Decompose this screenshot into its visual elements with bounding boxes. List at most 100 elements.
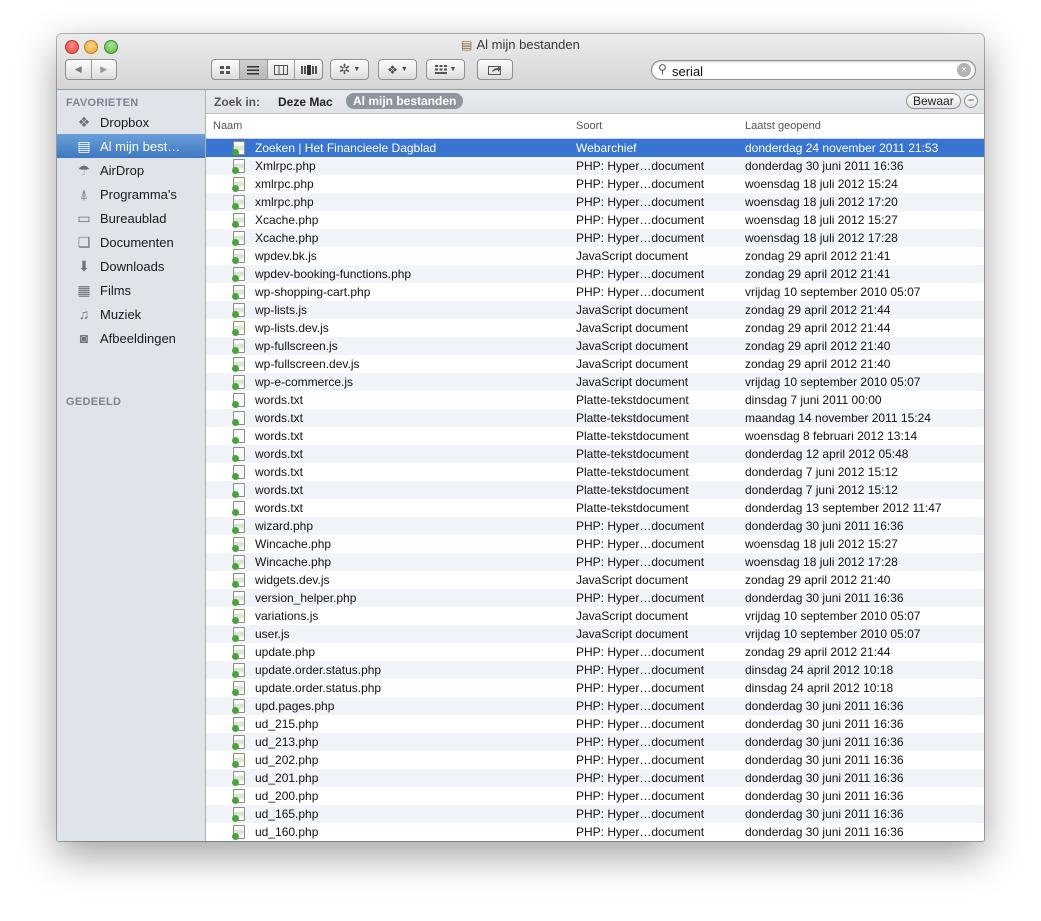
file-row[interactable]: wp-lists.dev.js JavaScript document zondag…: [206, 319, 984, 337]
file-row[interactable]: words.txt Platte-tekstdocument donderdag 7…: [206, 481, 984, 499]
file-row[interactable]: wp-fullscreen.dev.js JavaScript document z…: [206, 355, 984, 373]
file-type-icon: [232, 501, 245, 516]
file-row[interactable]: Wincache.php PHP: Hyper…document woensdag …: [206, 535, 984, 553]
sidebar-item-music[interactable]: ♫ Muziek: [57, 302, 205, 326]
arrange-icon: [434, 65, 447, 74]
arrange-menu-button[interactable]: ▼: [426, 59, 465, 80]
dropbox-icon: ❖: [387, 62, 398, 77]
file-row[interactable]: wp-shopping-cart.php PHP: Hyper…document v…: [206, 283, 984, 301]
file-row[interactable]: update.order.status.php PHP: Hyper…docume…: [206, 679, 984, 697]
sidebar-item-documents[interactable]: ❏ Documenten: [57, 230, 205, 254]
file-name: ud_160.php: [255, 825, 319, 839]
file-row[interactable]: Xcache.php PHP: Hyper…document woensdag 18…: [206, 211, 984, 229]
file-row[interactable]: ud_213.php PHP: Hyper…document donderdag 3…: [206, 733, 984, 751]
file-row[interactable]: Wincache.php PHP: Hyper…document woensdag …: [206, 553, 984, 571]
save-search-button[interactable]: Bewaar: [906, 93, 961, 109]
file-kind: PHP: Hyper…document: [576, 267, 705, 281]
sidebar-item-airdrop[interactable]: ☂ AirDrop: [57, 158, 205, 182]
file-row[interactable]: update.order.status.php PHP: Hyper…docume…: [206, 661, 984, 679]
sidebar-item-downloads[interactable]: ⬇ Downloads: [57, 254, 205, 278]
file-last-opened: zondag 29 april 2012 21:41: [745, 267, 891, 281]
file-row[interactable]: words.txt Platte-tekstdocument donderdag 7…: [206, 463, 984, 481]
sidebar-item-applications[interactable]: ⍋ Programma's: [57, 182, 205, 206]
file-type-icon: [232, 321, 245, 336]
share-icon: [488, 66, 501, 75]
search-scope-bar: Zoek in: Deze Mac Al mijn bestanden Bewa…: [206, 90, 984, 114]
file-kind: Webarchief: [576, 141, 637, 155]
file-last-opened: donderdag 30 juni 2011 16:36: [745, 735, 904, 749]
file-type-icon: [232, 159, 245, 174]
sidebar-item-label: Programma's: [100, 186, 177, 202]
column-header-name[interactable]: Naam: [213, 120, 242, 132]
file-row[interactable]: wp-e-commerce.js JavaScript document vrijd…: [206, 373, 984, 391]
file-row[interactable]: Xcache.php PHP: Hyper…document woensdag 18…: [206, 229, 984, 247]
file-row[interactable]: version_helper.php PHP: Hyper…document don…: [206, 589, 984, 607]
search-field[interactable]: ⚲ ×: [651, 60, 976, 80]
file-row[interactable]: widgets.dev.js JavaScript document zondag …: [206, 571, 984, 589]
file-row[interactable]: ud_202.php PHP: Hyper…document donderdag 3…: [206, 751, 984, 769]
file-row[interactable]: words.txt Platte-tekstdocument woensdag 8 …: [206, 427, 984, 445]
file-type-icon: [232, 213, 245, 228]
sidebar-header-favorites: FAVORIETEN: [66, 97, 139, 109]
forward-button[interactable]: ▶: [92, 60, 117, 79]
dropbox-menu-button[interactable]: ❖ ▼: [378, 59, 417, 80]
file-name: ud_215.php: [255, 717, 319, 731]
share-button[interactable]: [477, 59, 513, 80]
column-view-button[interactable]: [268, 60, 296, 79]
file-row[interactable]: wpdev.bk.js JavaScript document zondag 29 …: [206, 247, 984, 265]
file-row[interactable]: xmlrpc.php PHP: Hyper…document woensdag 18…: [206, 193, 984, 211]
file-row[interactable]: wizard.php PHP: Hyper…document donderdag 3…: [206, 517, 984, 535]
file-row[interactable]: words.txt Platte-tekstdocument dinsdag 7 j…: [206, 391, 984, 409]
sidebar-item-all-my-files[interactable]: ▤ Al mijn best…: [57, 134, 205, 158]
file-row[interactable]: Xmlrpc.php PHP: Hyper…document donderdag 3…: [206, 157, 984, 175]
file-row[interactable]: wp-fullscreen.js JavaScript document zonda…: [206, 337, 984, 355]
sidebar-item-dropbox[interactable]: ❖ Dropbox: [57, 110, 205, 134]
column-header-last-opened[interactable]: Laatst geopend: [745, 120, 821, 132]
sidebar-item-label: Films: [100, 282, 132, 298]
file-row[interactable]: update.php PHP: Hyper…document zondag 29 a…: [206, 643, 984, 661]
file-row[interactable]: words.txt Platte-tekstdocument donderdag 1…: [206, 499, 984, 517]
coverflow-view-button[interactable]: [295, 60, 322, 79]
file-row[interactable]: variations.js JavaScript document vrijdag …: [206, 607, 984, 625]
file-last-opened: woensdag 18 juli 2012 15:24: [745, 177, 898, 191]
file-kind: PHP: Hyper…document: [576, 555, 705, 569]
back-button[interactable]: ◀: [66, 60, 92, 79]
sidebar-item-desktop[interactable]: ▭ Bureaublad: [57, 206, 205, 230]
file-row[interactable]: ud_165.php PHP: Hyper…document donderdag 3…: [206, 805, 984, 823]
file-kind: JavaScript document: [576, 357, 689, 371]
file-last-opened: donderdag 30 juni 2011 16:36: [745, 825, 904, 839]
file-row[interactable]: ud_215.php PHP: Hyper…document donderdag 3…: [206, 715, 984, 733]
file-kind: PHP: Hyper…document: [576, 717, 705, 731]
icon-view-button[interactable]: [212, 60, 240, 79]
file-row[interactable]: user.js JavaScript document vrijdag 10 sep…: [206, 625, 984, 643]
file-row[interactable]: xmlrpc.php PHP: Hyper…document woensdag 18…: [206, 175, 984, 193]
file-row[interactable]: ud_160.php PHP: Hyper…document donderdag 3…: [206, 823, 984, 841]
file-row[interactable]: Zoeken | Het Financieele Dagblad Webarchi…: [206, 139, 984, 157]
file-name: words.txt: [255, 483, 304, 497]
file-type-icon: [232, 267, 245, 282]
sidebar-item-label: Downloads: [100, 258, 165, 274]
file-name: update.order.status.php: [255, 681, 382, 695]
file-row[interactable]: wpdev-booking-functions.php PHP: Hyper…do…: [206, 265, 984, 283]
file-row[interactable]: wp-lists.js JavaScript document zondag 29 …: [206, 301, 984, 319]
file-row[interactable]: ud_200.php PHP: Hyper…document donderdag 3…: [206, 787, 984, 805]
file-row[interactable]: words.txt Platte-tekstdocument maandag 14 …: [206, 409, 984, 427]
file-type-icon: [232, 357, 245, 372]
forward-arrow-icon: ▶: [100, 64, 108, 74]
clear-search-icon[interactable]: ×: [957, 63, 971, 77]
file-type-icon: [232, 537, 245, 552]
file-row[interactable]: upd.pages.php PHP: Hyper…document donderda…: [206, 697, 984, 715]
file-kind: JavaScript document: [576, 339, 689, 353]
file-row[interactable]: words.txt Platte-tekstdocument donderdag 1…: [206, 445, 984, 463]
scope-all-my-files-button[interactable]: Al mijn bestanden: [346, 93, 464, 109]
column-header-kind[interactable]: Soort: [576, 120, 602, 132]
file-row[interactable]: ud_201.php PHP: Hyper…document donderdag 3…: [206, 769, 984, 787]
sidebar-item-pictures[interactable]: ◙ Afbeeldingen: [57, 326, 205, 350]
scope-this-mac-button[interactable]: Deze Mac: [278, 95, 333, 109]
remove-search-icon[interactable]: −: [964, 94, 978, 108]
search-input[interactable]: [670, 62, 954, 80]
list-view-button[interactable]: [239, 60, 268, 79]
action-menu-button[interactable]: ✲ ▼: [330, 59, 369, 80]
file-last-opened: vrijdag 10 september 2010 05:07: [745, 609, 921, 623]
sidebar-item-movies[interactable]: ▦ Films: [57, 278, 205, 302]
